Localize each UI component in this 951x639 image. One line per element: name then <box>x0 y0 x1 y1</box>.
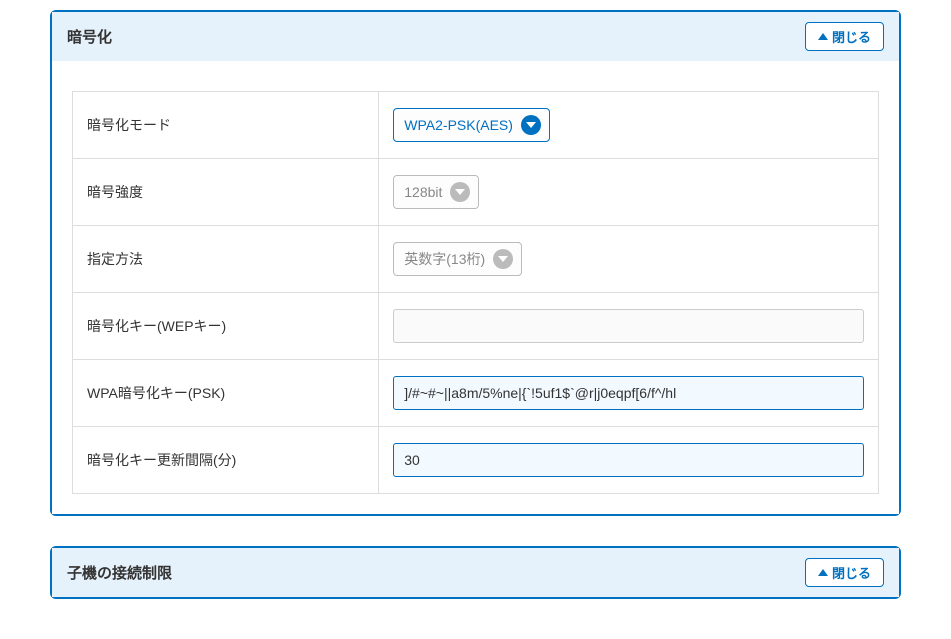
chevron-down-icon <box>493 249 513 269</box>
chevron-up-icon <box>818 33 828 40</box>
panel-header: 子機の接続制限 閉じる <box>52 548 899 597</box>
panel-body: 暗号化モード WPA2-PSK(AES) 暗号強度 128bit <box>52 61 899 514</box>
row-label: 暗号化キー(WEPキー) <box>73 293 379 360</box>
panel-title: 子機の接続制限 <box>67 562 172 583</box>
table-row: 暗号化モード WPA2-PSK(AES) <box>73 92 879 159</box>
close-button[interactable]: 閉じる <box>805 558 884 587</box>
row-label: 指定方法 <box>73 226 379 293</box>
client-restriction-panel: 子機の接続制限 閉じる <box>50 546 901 599</box>
close-label: 閉じる <box>832 563 871 582</box>
chevron-down-icon <box>521 115 541 135</box>
row-label: 暗号強度 <box>73 159 379 226</box>
specification-method-select: 英数字(13桁) <box>393 242 522 276</box>
wpa-psk-input[interactable] <box>393 376 864 410</box>
table-row: 暗号化キー更新間隔(分) <box>73 427 879 494</box>
key-update-interval-input[interactable] <box>393 443 864 477</box>
encryption-strength-select: 128bit <box>393 175 479 209</box>
row-label: 暗号化キー更新間隔(分) <box>73 427 379 494</box>
row-value: WPA2-PSK(AES) <box>379 92 879 159</box>
row-value <box>379 293 879 360</box>
panel-header: 暗号化 閉じる <box>52 12 899 61</box>
select-value: 英数字(13桁) <box>404 249 485 269</box>
select-value: WPA2-PSK(AES) <box>404 117 513 133</box>
table-row: WPA暗号化キー(PSK) <box>73 360 879 427</box>
row-value <box>379 360 879 427</box>
close-label: 閉じる <box>832 27 871 46</box>
encryption-mode-select[interactable]: WPA2-PSK(AES) <box>393 108 550 142</box>
wep-key-input <box>393 309 864 343</box>
form-table: 暗号化モード WPA2-PSK(AES) 暗号強度 128bit <box>72 91 879 494</box>
row-value: 英数字(13桁) <box>379 226 879 293</box>
row-label: WPA暗号化キー(PSK) <box>73 360 379 427</box>
row-label: 暗号化モード <box>73 92 379 159</box>
row-value <box>379 427 879 494</box>
table-row: 指定方法 英数字(13桁) <box>73 226 879 293</box>
table-row: 暗号化キー(WEPキー) <box>73 293 879 360</box>
row-value: 128bit <box>379 159 879 226</box>
close-button[interactable]: 閉じる <box>805 22 884 51</box>
table-row: 暗号強度 128bit <box>73 159 879 226</box>
encryption-panel: 暗号化 閉じる 暗号化モード WPA2-PSK(AES) 暗号強度 <box>50 10 901 516</box>
select-value: 128bit <box>404 184 442 200</box>
chevron-down-icon <box>450 182 470 202</box>
panel-title: 暗号化 <box>67 26 112 47</box>
